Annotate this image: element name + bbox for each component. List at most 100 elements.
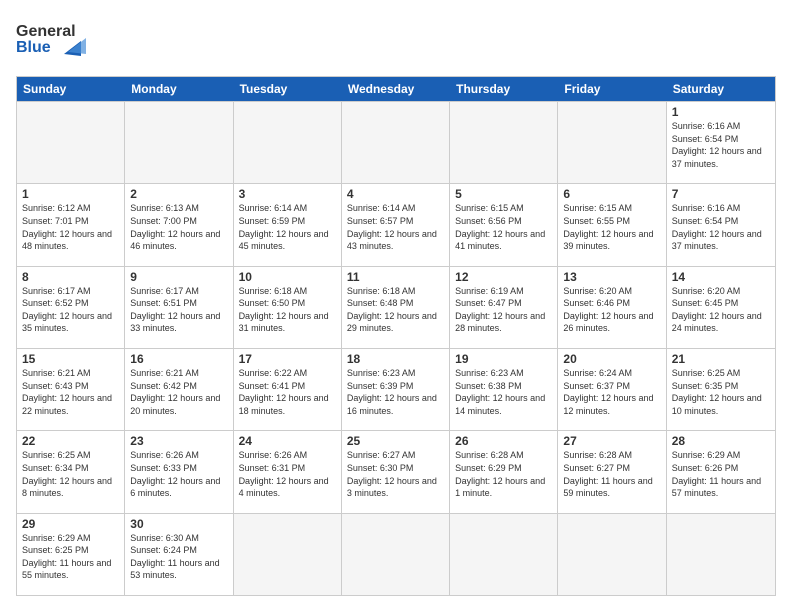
day-number: 25 bbox=[347, 434, 444, 448]
day-info: Sunrise: 6:25 AMSunset: 6:34 PMDaylight:… bbox=[22, 449, 119, 499]
day-cell-10: 10Sunrise: 6:18 AMSunset: 6:50 PMDayligh… bbox=[234, 267, 342, 348]
empty-cell bbox=[558, 102, 666, 183]
day-info: Sunrise: 6:26 AMSunset: 6:33 PMDaylight:… bbox=[130, 449, 227, 499]
day-cell-4: 4Sunrise: 6:14 AMSunset: 6:57 PMDaylight… bbox=[342, 184, 450, 265]
empty-cell bbox=[234, 102, 342, 183]
week-row-4: 22Sunrise: 6:25 AMSunset: 6:34 PMDayligh… bbox=[17, 430, 775, 512]
header-day-sunday: Sunday bbox=[17, 77, 125, 101]
day-info: Sunrise: 6:23 AMSunset: 6:38 PMDaylight:… bbox=[455, 367, 552, 417]
day-cell-20: 20Sunrise: 6:24 AMSunset: 6:37 PMDayligh… bbox=[558, 349, 666, 430]
day-cell-12: 12Sunrise: 6:19 AMSunset: 6:47 PMDayligh… bbox=[450, 267, 558, 348]
day-number: 28 bbox=[672, 434, 770, 448]
header: General Blue bbox=[16, 16, 776, 66]
calendar-body: 1 Sunrise: 6:16 AMSunset: 6:54 PMDaylight… bbox=[17, 101, 775, 595]
day-number: 10 bbox=[239, 270, 336, 284]
day-cell-5: 5Sunrise: 6:15 AMSunset: 6:56 PMDaylight… bbox=[450, 184, 558, 265]
day-cell-1: 1Sunrise: 6:16 AMSunset: 6:54 PMDaylight… bbox=[667, 102, 775, 183]
empty-cell bbox=[342, 102, 450, 183]
day-number: 12 bbox=[455, 270, 552, 284]
day-number: 14 bbox=[672, 270, 770, 284]
day-number: 23 bbox=[130, 434, 227, 448]
day-cell-25: 25Sunrise: 6:27 AMSunset: 6:30 PMDayligh… bbox=[342, 431, 450, 512]
day-info: Sunrise: 6:14 AMSunset: 6:57 PMDaylight:… bbox=[347, 202, 444, 252]
week-row-3: 15Sunrise: 6:21 AMSunset: 6:43 PMDayligh… bbox=[17, 348, 775, 430]
week-row-2: 8Sunrise: 6:17 AMSunset: 6:52 PMDaylight… bbox=[17, 266, 775, 348]
day-number: 6 bbox=[563, 187, 660, 201]
header-day-saturday: Saturday bbox=[667, 77, 775, 101]
day-cell-13: 13Sunrise: 6:20 AMSunset: 6:46 PMDayligh… bbox=[558, 267, 666, 348]
day-cell-16: 16Sunrise: 6:21 AMSunset: 6:42 PMDayligh… bbox=[125, 349, 233, 430]
day-info: Sunrise: 6:13 AMSunset: 7:00 PMDaylight:… bbox=[130, 202, 227, 252]
empty-cell bbox=[558, 514, 666, 595]
day-number: 7 bbox=[672, 187, 770, 201]
day-cell-2: 2Sunrise: 6:13 AMSunset: 7:00 PMDaylight… bbox=[125, 184, 233, 265]
day-number: 1 bbox=[22, 187, 119, 201]
day-number: 22 bbox=[22, 434, 119, 448]
day-info: Sunrise: 6:20 AMSunset: 6:46 PMDaylight:… bbox=[563, 285, 660, 335]
day-number: 9 bbox=[130, 270, 227, 284]
empty-cell bbox=[450, 102, 558, 183]
empty-cell bbox=[450, 514, 558, 595]
day-cell-11: 11Sunrise: 6:18 AMSunset: 6:48 PMDayligh… bbox=[342, 267, 450, 348]
week-row-1: 1Sunrise: 6:12 AMSunset: 7:01 PMDaylight… bbox=[17, 183, 775, 265]
day-info: Sunrise: 6:15 AMSunset: 6:55 PMDaylight:… bbox=[563, 202, 660, 252]
day-number: 16 bbox=[130, 352, 227, 366]
header-day-wednesday: Wednesday bbox=[342, 77, 450, 101]
day-info: Sunrise: 6:28 AMSunset: 6:27 PMDaylight:… bbox=[563, 449, 660, 499]
day-number: 5 bbox=[455, 187, 552, 201]
day-info: Sunrise: 6:16 AMSunset: 6:54 PMDaylight:… bbox=[672, 202, 770, 252]
day-info: Sunrise: 6:27 AMSunset: 6:30 PMDaylight:… bbox=[347, 449, 444, 499]
day-number: 21 bbox=[672, 352, 770, 366]
day-info: Sunrise: 6:22 AMSunset: 6:41 PMDaylight:… bbox=[239, 367, 336, 417]
day-number: 27 bbox=[563, 434, 660, 448]
day-info: Sunrise: 6:18 AMSunset: 6:50 PMDaylight:… bbox=[239, 285, 336, 335]
day-info: Sunrise: 6:12 AMSunset: 7:01 PMDaylight:… bbox=[22, 202, 119, 252]
day-info: Sunrise: 6:19 AMSunset: 6:47 PMDaylight:… bbox=[455, 285, 552, 335]
day-info: Sunrise: 6:23 AMSunset: 6:39 PMDaylight:… bbox=[347, 367, 444, 417]
day-number: 2 bbox=[130, 187, 227, 201]
day-info: Sunrise: 6:28 AMSunset: 6:29 PMDaylight:… bbox=[455, 449, 552, 499]
day-info: Sunrise: 6:17 AMSunset: 6:51 PMDaylight:… bbox=[130, 285, 227, 335]
day-number: 29 bbox=[22, 517, 119, 531]
week-row-0: 1Sunrise: 6:16 AMSunset: 6:54 PMDaylight… bbox=[17, 101, 775, 183]
day-cell-22: 22Sunrise: 6:25 AMSunset: 6:34 PMDayligh… bbox=[17, 431, 125, 512]
day-info: Sunrise: 6:17 AMSunset: 6:52 PMDaylight:… bbox=[22, 285, 119, 335]
empty-cell bbox=[234, 514, 342, 595]
day-info: Sunrise: 6:29 AMSunset: 6:26 PMDaylight:… bbox=[672, 449, 770, 499]
day-number: 13 bbox=[563, 270, 660, 284]
day-cell-27: 27Sunrise: 6:28 AMSunset: 6:27 PMDayligh… bbox=[558, 431, 666, 512]
header-day-tuesday: Tuesday bbox=[234, 77, 342, 101]
day-cell-29: 29Sunrise: 6:29 AMSunset: 6:25 PMDayligh… bbox=[17, 514, 125, 595]
day-info: Sunrise: 6:24 AMSunset: 6:37 PMDaylight:… bbox=[563, 367, 660, 417]
day-number: 8 bbox=[22, 270, 119, 284]
day-cell-24: 24Sunrise: 6:26 AMSunset: 6:31 PMDayligh… bbox=[234, 431, 342, 512]
day-info: Sunrise: 6:20 AMSunset: 6:45 PMDaylight:… bbox=[672, 285, 770, 335]
day-number: 19 bbox=[455, 352, 552, 366]
day-cell-9: 9Sunrise: 6:17 AMSunset: 6:51 PMDaylight… bbox=[125, 267, 233, 348]
day-cell-3: 3Sunrise: 6:14 AMSunset: 6:59 PMDaylight… bbox=[234, 184, 342, 265]
day-info: Sunrise: 6:18 AMSunset: 6:48 PMDaylight:… bbox=[347, 285, 444, 335]
day-info: Sunrise: 6:21 AMSunset: 6:42 PMDaylight:… bbox=[130, 367, 227, 417]
header-day-monday: Monday bbox=[125, 77, 233, 101]
day-info: Sunrise: 6:15 AMSunset: 6:56 PMDaylight:… bbox=[455, 202, 552, 252]
day-number: 30 bbox=[130, 517, 227, 531]
logo-icon: General Blue bbox=[16, 16, 86, 61]
day-number: 18 bbox=[347, 352, 444, 366]
day-cell-30: 30Sunrise: 6:30 AMSunset: 6:24 PMDayligh… bbox=[125, 514, 233, 595]
day-cell-17: 17Sunrise: 6:22 AMSunset: 6:41 PMDayligh… bbox=[234, 349, 342, 430]
day-cell-1: 1Sunrise: 6:12 AMSunset: 7:01 PMDaylight… bbox=[17, 184, 125, 265]
empty-cell bbox=[342, 514, 450, 595]
day-info: Sunrise: 6:25 AMSunset: 6:35 PMDaylight:… bbox=[672, 367, 770, 417]
day-info: Sunrise: 6:16 AMSunset: 6:54 PMDaylight:… bbox=[672, 120, 770, 170]
day-cell-8: 8Sunrise: 6:17 AMSunset: 6:52 PMDaylight… bbox=[17, 267, 125, 348]
calendar-header: SundayMondayTuesdayWednesdayThursdayFrid… bbox=[17, 77, 775, 101]
day-cell-7: 7Sunrise: 6:16 AMSunset: 6:54 PMDaylight… bbox=[667, 184, 775, 265]
empty-cell bbox=[17, 102, 125, 183]
svg-text:General: General bbox=[16, 23, 76, 40]
day-number: 17 bbox=[239, 352, 336, 366]
day-info: Sunrise: 6:30 AMSunset: 6:24 PMDaylight:… bbox=[130, 532, 227, 582]
empty-cell bbox=[667, 514, 775, 595]
week-row-5: 29Sunrise: 6:29 AMSunset: 6:25 PMDayligh… bbox=[17, 513, 775, 595]
day-cell-14: 14Sunrise: 6:20 AMSunset: 6:45 PMDayligh… bbox=[667, 267, 775, 348]
day-number: 26 bbox=[455, 434, 552, 448]
